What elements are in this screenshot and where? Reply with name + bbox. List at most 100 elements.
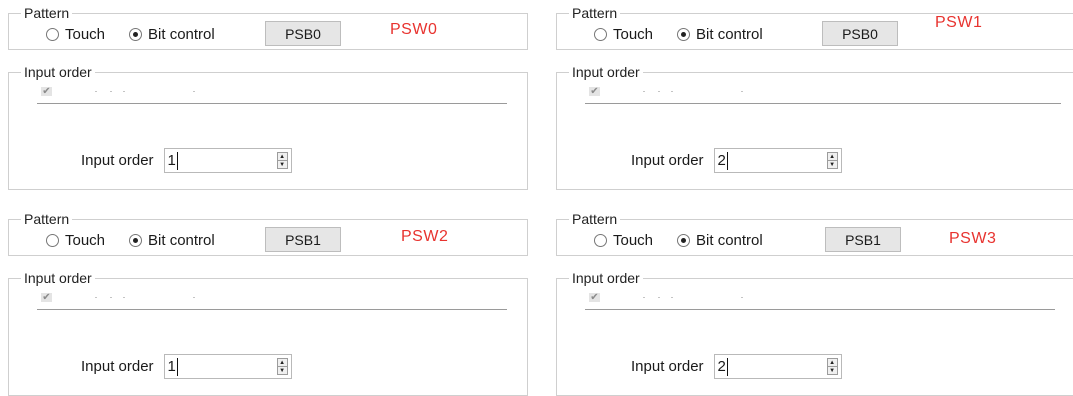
touch-radio-label[interactable]: Touch bbox=[613, 232, 653, 249]
input-order-row: Input order 2 ▲ ▼ bbox=[631, 354, 842, 379]
input-order-group: Input order ✔ Input order 1 ▲ ▼ bbox=[8, 64, 528, 190]
input-order-spinbox[interactable]: 1 ▲ ▼ bbox=[163, 148, 292, 173]
pattern-radio-row: Touch Bit control bbox=[594, 229, 787, 251]
psw-label: PSW3 bbox=[949, 230, 997, 247]
spin-buttons: ▲ ▼ bbox=[276, 152, 288, 169]
panel-psw3: Pattern Touch Bit control PSB1 PSW3 Inpu… bbox=[556, 206, 1073, 396]
bit-checklist: ✔ bbox=[585, 293, 1055, 310]
input-order-group-title: Input order bbox=[569, 64, 643, 80]
input-order-row: Input order 1 ▲ ▼ bbox=[81, 148, 292, 173]
strip-dot bbox=[193, 297, 195, 298]
spin-up-arrow-icon[interactable]: ▲ bbox=[827, 359, 837, 367]
check-icon[interactable]: ✔ bbox=[41, 293, 52, 303]
input-order-label: Input order bbox=[81, 358, 154, 375]
psb-button[interactable]: PSB1 bbox=[265, 227, 341, 252]
strip-dot bbox=[671, 297, 673, 298]
strip-dot bbox=[643, 297, 645, 298]
spin-down-arrow-icon[interactable]: ▼ bbox=[828, 367, 837, 374]
spin-up-arrow-icon[interactable]: ▲ bbox=[277, 153, 287, 161]
psw-label: PSW2 bbox=[401, 228, 449, 245]
strip-dot bbox=[643, 91, 645, 92]
text-caret bbox=[726, 151, 728, 170]
bit-control-radio[interactable] bbox=[677, 27, 691, 41]
input-order-value[interactable]: 1 bbox=[165, 358, 176, 375]
psw-label: PSW0 bbox=[390, 21, 438, 38]
touch-radio[interactable] bbox=[594, 27, 607, 41]
touch-radio[interactable] bbox=[46, 27, 59, 41]
spin-buttons: ▲ ▼ bbox=[276, 358, 288, 375]
spin-buttons: ▲ ▼ bbox=[826, 152, 838, 169]
input-order-spinbox[interactable]: 1 ▲ ▼ bbox=[163, 354, 292, 379]
input-order-group: Input order ✔ Input order 2 ▲ ▼ bbox=[556, 64, 1073, 190]
bit-checklist: ✔ bbox=[37, 293, 507, 310]
pattern-group-title: Pattern bbox=[569, 211, 621, 227]
strip-dot bbox=[671, 91, 673, 92]
spin-down-arrow-icon[interactable]: ▼ bbox=[278, 161, 287, 168]
spin-up-arrow-icon[interactable]: ▲ bbox=[277, 359, 287, 367]
bit-control-radio-label[interactable]: Bit control bbox=[696, 232, 763, 249]
touch-radio[interactable] bbox=[594, 233, 607, 247]
panel-psw1: Pattern Touch Bit control PSB0 PSW1 Inpu… bbox=[556, 0, 1073, 190]
strip-dot bbox=[123, 91, 125, 92]
input-order-spinbox[interactable]: 2 ▲ ▼ bbox=[713, 148, 842, 173]
strip-dot bbox=[110, 297, 112, 298]
pattern-group: Pattern Touch Bit control PSB1 PSW3 bbox=[556, 211, 1073, 256]
pattern-radio-row: Touch Bit control bbox=[594, 23, 787, 45]
text-caret bbox=[726, 357, 728, 376]
strip-dot bbox=[123, 297, 125, 298]
touch-radio-label[interactable]: Touch bbox=[613, 26, 653, 43]
panel-psw2: Pattern Touch Bit control PSB1 PSW2 Inpu… bbox=[8, 206, 528, 396]
psb-button[interactable]: PSB0 bbox=[822, 21, 898, 46]
spin-down-arrow-icon[interactable]: ▼ bbox=[278, 367, 287, 374]
pattern-group: Pattern Touch Bit control PSB1 PSW2 bbox=[8, 211, 528, 256]
input-order-value[interactable]: 2 bbox=[715, 358, 726, 375]
bit-control-radio[interactable] bbox=[129, 27, 143, 41]
bit-control-radio[interactable] bbox=[129, 233, 143, 247]
strip-dot bbox=[741, 91, 743, 92]
check-icon[interactable]: ✔ bbox=[41, 87, 52, 97]
text-caret bbox=[176, 357, 178, 376]
psb-button[interactable]: PSB0 bbox=[265, 21, 341, 46]
strip-dot bbox=[95, 297, 97, 298]
input-order-group: Input order ✔ Input order 2 ▲ ▼ bbox=[556, 270, 1073, 396]
spin-down-arrow-icon[interactable]: ▼ bbox=[828, 161, 837, 168]
check-icon[interactable]: ✔ bbox=[589, 293, 600, 303]
touch-radio[interactable] bbox=[46, 233, 59, 247]
bit-checklist: ✔ bbox=[37, 87, 507, 104]
check-icon[interactable]: ✔ bbox=[589, 87, 600, 97]
input-order-value[interactable]: 2 bbox=[715, 152, 726, 169]
strip-dot bbox=[193, 91, 195, 92]
bit-control-radio-label[interactable]: Bit control bbox=[148, 26, 215, 43]
pattern-group-title: Pattern bbox=[21, 211, 73, 227]
spin-buttons: ▲ ▼ bbox=[826, 358, 838, 375]
input-order-spinbox[interactable]: 2 ▲ ▼ bbox=[713, 354, 842, 379]
strip-dot bbox=[95, 91, 97, 92]
text-caret bbox=[176, 151, 178, 170]
input-order-group-title: Input order bbox=[21, 270, 95, 286]
input-order-group-title: Input order bbox=[569, 270, 643, 286]
pattern-group-title: Pattern bbox=[21, 5, 73, 21]
input-order-group: Input order ✔ Input order 1 ▲ ▼ bbox=[8, 270, 528, 396]
psb-button[interactable]: PSB1 bbox=[825, 227, 901, 252]
pattern-group: Pattern Touch Bit control PSB0 PSW0 bbox=[8, 5, 528, 50]
psw-label: PSW1 bbox=[935, 14, 983, 31]
pattern-radio-row: Touch Bit control bbox=[46, 23, 239, 45]
touch-radio-label[interactable]: Touch bbox=[65, 232, 105, 249]
bit-checklist: ✔ bbox=[585, 87, 1061, 104]
strip-dot bbox=[110, 91, 112, 92]
strip-dot bbox=[658, 297, 660, 298]
bit-control-radio-label[interactable]: Bit control bbox=[696, 26, 763, 43]
touch-radio-label[interactable]: Touch bbox=[65, 26, 105, 43]
spin-up-arrow-icon[interactable]: ▲ bbox=[827, 153, 837, 161]
pattern-group: Pattern Touch Bit control PSB0 PSW1 bbox=[556, 5, 1073, 50]
input-order-row: Input order 1 ▲ ▼ bbox=[81, 354, 292, 379]
input-order-label: Input order bbox=[81, 152, 154, 169]
input-order-group-title: Input order bbox=[21, 64, 95, 80]
input-order-label: Input order bbox=[631, 358, 704, 375]
pattern-group-title: Pattern bbox=[569, 5, 621, 21]
bit-control-radio-label[interactable]: Bit control bbox=[148, 232, 215, 249]
input-order-value[interactable]: 1 bbox=[165, 152, 176, 169]
bit-control-radio[interactable] bbox=[677, 233, 691, 247]
strip-dot bbox=[658, 91, 660, 92]
strip-dot bbox=[741, 297, 743, 298]
